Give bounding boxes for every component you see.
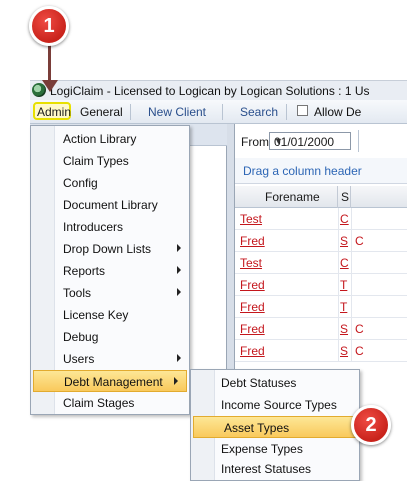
menu-separator — [130, 104, 131, 120]
window-title: LogiClaim - Licensed to Logican by Logic… — [50, 84, 370, 98]
chevron-right-icon — [177, 354, 181, 362]
chevron-right-icon — [177, 244, 181, 252]
step-2-callout: 2 — [351, 405, 391, 445]
menu-item-label: Tools — [63, 286, 92, 300]
menu-bar: Admin General New Client Search Allow De — [30, 100, 407, 124]
grid-header: Forename S — [235, 186, 407, 208]
menu-item-expense-types[interactable]: Expense Types — [191, 438, 359, 460]
menu-item-drop-down-lists[interactable]: Drop Down Lists — [31, 238, 189, 260]
menu-item-tools[interactable]: Tools — [31, 282, 189, 304]
forename-link[interactable]: Fred — [240, 344, 265, 358]
menu-item-label: Config — [63, 176, 98, 190]
group-by-panel: Drag a column header — [235, 158, 407, 184]
menu-item-claim-stages[interactable]: Claim Stages — [31, 392, 189, 414]
menu-item-label: Interest Statuses — [221, 462, 312, 476]
menu-item-label: Users — [63, 352, 95, 366]
chevron-down-icon: ▼ — [274, 136, 283, 146]
forename-link[interactable]: Test — [240, 212, 262, 226]
chevron-right-icon — [177, 266, 181, 274]
table-row[interactable]: Fred S C — [235, 318, 407, 340]
column-header-label: Forename — [265, 190, 320, 204]
menu-separator — [222, 104, 223, 120]
table-row[interactable]: Test C — [235, 252, 407, 274]
date-filter-row: From 01/01/2000 ▼ — [235, 130, 407, 152]
forename-link[interactable]: Fred — [240, 234, 265, 248]
forename-link[interactable]: Fred — [240, 322, 265, 336]
s-cell[interactable]: T — [340, 278, 347, 292]
menu-item-label: Debt Statuses — [221, 376, 297, 390]
other-cell: C — [355, 322, 364, 336]
menu-item-label: Claim Types — [63, 154, 129, 168]
new-client-button[interactable]: New Client — [148, 105, 206, 119]
step-1-callout: 1 — [29, 6, 69, 46]
table-row[interactable]: Test C — [235, 208, 407, 230]
column-header-label: S — [341, 190, 350, 204]
group-by-prompt: Drag a column header — [243, 164, 362, 178]
menu-item-label: Asset Types — [224, 421, 290, 435]
menu-item-label: Expense Types — [221, 442, 303, 456]
menu-item-reports[interactable]: Reports — [31, 260, 189, 282]
menu-item-label: Document Library — [63, 198, 158, 212]
menu-item-debt-management[interactable]: Debt Management — [33, 370, 187, 392]
toolbar-separator — [358, 130, 359, 152]
menu-item-debug[interactable]: Debug — [31, 326, 189, 348]
menu-separator — [286, 104, 287, 120]
forename-link[interactable]: Test — [240, 256, 262, 270]
menu-item-config[interactable]: Config — [31, 172, 189, 194]
menu-item-users[interactable]: Users — [31, 348, 189, 370]
other-cell: C — [355, 344, 364, 358]
table-row[interactable]: Fred S C — [235, 230, 407, 252]
menu-item-income-source-types[interactable]: Income Source Types — [191, 394, 359, 416]
menu-item-license-key[interactable]: License Key — [31, 304, 189, 326]
general-menu-button[interactable]: General — [80, 105, 123, 119]
s-cell[interactable]: S — [340, 344, 348, 358]
menu-item-action-library[interactable]: Action Library — [31, 128, 189, 150]
table-row[interactable]: Fred T — [235, 274, 407, 296]
menu-item-interest-statuses[interactable]: Interest Statuses — [191, 458, 359, 480]
menu-item-document-library[interactable]: Document Library — [31, 194, 189, 216]
from-label: From — [241, 135, 269, 149]
table-row[interactable]: Fred S C — [235, 340, 407, 362]
forename-link[interactable]: Fred — [240, 300, 265, 314]
column-header-forename[interactable]: Forename — [235, 186, 338, 208]
menu-item-label: Reports — [63, 264, 106, 278]
admin-dropdown-menu: Action Library Claim Types Config Docume… — [30, 125, 190, 415]
menu-item-label: Drop Down Lists — [63, 242, 152, 256]
s-cell[interactable]: C — [340, 212, 349, 226]
menu-item-label: Introducers — [63, 220, 124, 234]
forename-link[interactable]: Fred — [240, 278, 265, 292]
allow-checkbox-label: Allow De — [314, 105, 362, 119]
menu-item-debt-statuses[interactable]: Debt Statuses — [191, 372, 359, 394]
callout-arrow-line — [48, 44, 51, 82]
chevron-right-icon — [177, 288, 181, 296]
callout-arrow-head-icon — [42, 80, 58, 92]
s-cell[interactable]: C — [340, 256, 349, 270]
title-bar: LogiClaim - Licensed to Logican by Logic… — [30, 80, 407, 100]
menu-item-claim-types[interactable]: Claim Types — [31, 150, 189, 172]
s-cell[interactable]: S — [340, 322, 348, 336]
column-header-s[interactable]: S — [338, 186, 351, 208]
menu-item-label: Debug — [63, 330, 99, 344]
admin-menu-label: Admin — [37, 105, 72, 119]
chevron-right-icon — [174, 377, 178, 385]
menu-item-introducers[interactable]: Introducers — [31, 216, 189, 238]
allow-checkbox[interactable] — [297, 105, 308, 116]
step-2-number: 2 — [365, 414, 377, 436]
menu-item-label: Claim Stages — [63, 396, 135, 410]
menu-item-label: License Key — [63, 308, 129, 322]
admin-menu-button[interactable]: Admin — [33, 102, 71, 120]
menu-item-label: Action Library — [63, 132, 137, 146]
menu-item-label: Income Source Types — [221, 398, 337, 412]
s-cell[interactable]: T — [340, 300, 347, 314]
search-button[interactable]: Search — [240, 105, 278, 119]
s-cell[interactable]: S — [340, 234, 348, 248]
other-cell: C — [355, 234, 364, 248]
menu-item-asset-types[interactable]: Asset Types — [193, 416, 357, 438]
from-date-picker[interactable]: 01/01/2000 ▼ — [269, 132, 351, 150]
debt-management-submenu: Debt Statuses Income Source Types Asset … — [190, 369, 360, 481]
step-1-number: 1 — [43, 15, 55, 37]
table-row[interactable]: Fred T — [235, 296, 407, 318]
menu-item-label: Debt Management — [64, 375, 163, 389]
